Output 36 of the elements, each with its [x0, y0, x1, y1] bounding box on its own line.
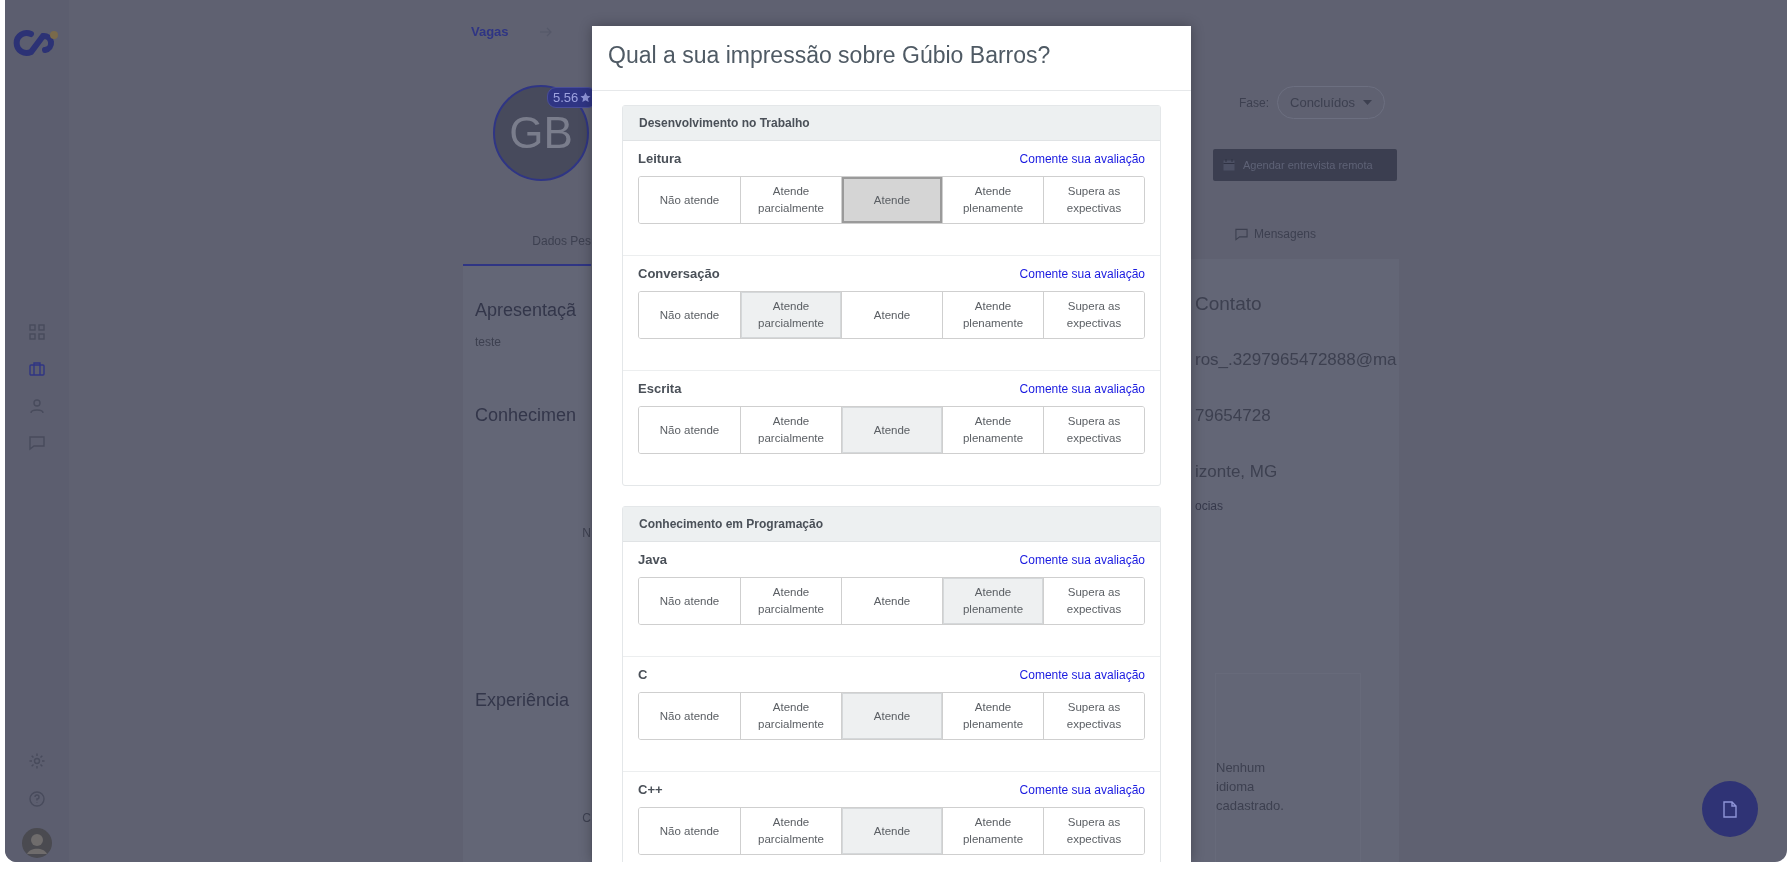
- rating-option[interactable]: Atende: [841, 693, 942, 739]
- comment-link[interactable]: Comente sua avaliação: [1019, 782, 1145, 797]
- caret-icon: [1363, 99, 1373, 106]
- comment-link[interactable]: Comente sua avaliação: [1019, 151, 1145, 166]
- rating-option[interactable]: Supera as expectivas: [1043, 578, 1144, 624]
- criterion-label: Conversação: [638, 266, 720, 281]
- comment-link[interactable]: Comente sua avaliação: [1019, 266, 1145, 281]
- rating-option[interactable]: Atende plenamente: [942, 578, 1043, 624]
- rating-option[interactable]: Supera as expectivas: [1043, 407, 1144, 453]
- star-icon: [580, 92, 592, 103]
- briefcase-icon[interactable]: [28, 360, 46, 378]
- criterion-label: Escrita: [638, 381, 682, 396]
- document-icon: [1723, 800, 1737, 818]
- comment-link[interactable]: Comente sua avaliação: [1019, 667, 1145, 682]
- criterion-label: C: [638, 667, 648, 682]
- section-header: Desenvolvimento no Trabalho: [623, 106, 1160, 141]
- comment-link[interactable]: Comente sua avaliação: [1019, 552, 1145, 567]
- rating-option[interactable]: Atende parcialmente: [740, 292, 841, 338]
- rating-option[interactable]: Atende: [841, 808, 942, 854]
- rating-option[interactable]: Atende: [841, 407, 942, 453]
- chat-icon: [1235, 227, 1248, 241]
- criterion-label: Leitura: [638, 151, 682, 166]
- user-avatar-icon[interactable]: [22, 828, 52, 858]
- calendar-icon: [1223, 159, 1235, 171]
- criterion-label: C++: [638, 782, 663, 797]
- criterion-label: Java: [638, 552, 667, 567]
- rating-option[interactable]: Supera as expectivas: [1043, 177, 1144, 223]
- comment-link[interactable]: Comente sua avaliação: [1019, 381, 1145, 396]
- document-fab-button[interactable]: [1702, 781, 1758, 837]
- dialog-title: Qual a sua impressão sobre Gúbio Barros?: [608, 42, 1052, 69]
- rating-option[interactable]: Supera as expectivas: [1043, 808, 1144, 854]
- logo-icon: [13, 28, 61, 58]
- rating-option[interactable]: Supera as expectivas: [1043, 693, 1144, 739]
- rating-option[interactable]: Supera as expectivas: [1043, 292, 1144, 338]
- rating-option[interactable]: Atende: [841, 177, 942, 223]
- section-header: Conhecimento em Programação: [623, 507, 1160, 542]
